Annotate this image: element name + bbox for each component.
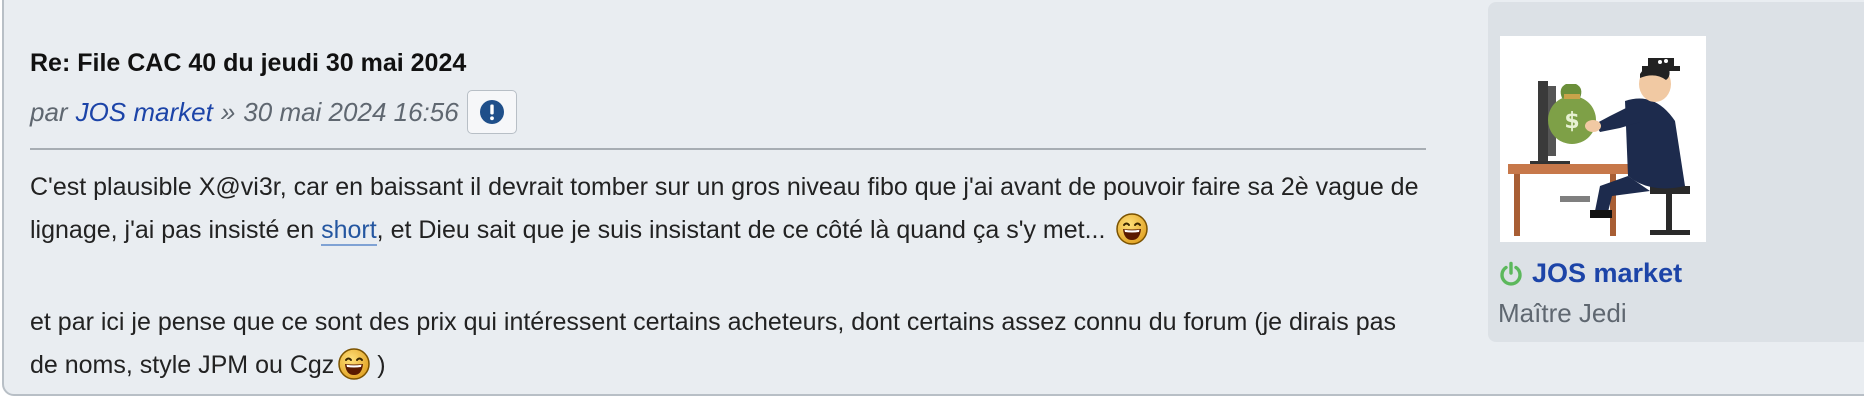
glossary-link-short[interactable]: short — [321, 216, 377, 246]
forum-post: Re: File CAC 40 du jeudi 30 mai 2024 par… — [2, 0, 1864, 396]
avatar[interactable]: $ — [1500, 36, 1706, 242]
post-profile: $ JOS market Maître Jedi — [1488, 2, 1864, 342]
power-online-icon — [1498, 261, 1524, 287]
paragraph-text: ) — [377, 351, 386, 379]
divider — [30, 148, 1426, 150]
content-paragraph: C'est plausible X@vi3r, car en baissant … — [30, 166, 1430, 259]
post-author-line: par JOS market » 30 mai 2024 16:56 — [30, 88, 1426, 136]
svg-text:$: $ — [1564, 109, 1579, 134]
profile-username[interactable]: JOS market — [1498, 258, 1682, 289]
paragraph-text: , et Dieu sait que je suis insistant de … — [376, 216, 1106, 244]
post-datetime: 30 mai 2024 16:56 — [243, 96, 459, 127]
laughing-smiley-icon — [338, 348, 371, 394]
paragraph-text: et par ici je pense que ce sont des prix… — [30, 308, 1397, 379]
post-body: Re: File CAC 40 du jeudi 30 mai 2024 par… — [30, 46, 1426, 394]
by-label: par — [30, 96, 68, 127]
report-button[interactable] — [466, 90, 517, 134]
post-content: C'est plausible X@vi3r, car en baissant … — [30, 166, 1430, 394]
separator: » — [220, 96, 236, 127]
username-text[interactable]: JOS market — [1532, 258, 1682, 289]
user-rank: Maître Jedi — [1498, 298, 1627, 328]
laughing-smiley-icon — [1116, 213, 1149, 259]
exclamation-circle-icon — [479, 100, 504, 124]
post-title[interactable]: Re: File CAC 40 du jeudi 30 mai 2024 — [30, 46, 1426, 80]
content-paragraph: et par ici je pense que ce sont des prix… — [30, 301, 1430, 394]
author-link[interactable]: JOS market — [76, 97, 213, 128]
